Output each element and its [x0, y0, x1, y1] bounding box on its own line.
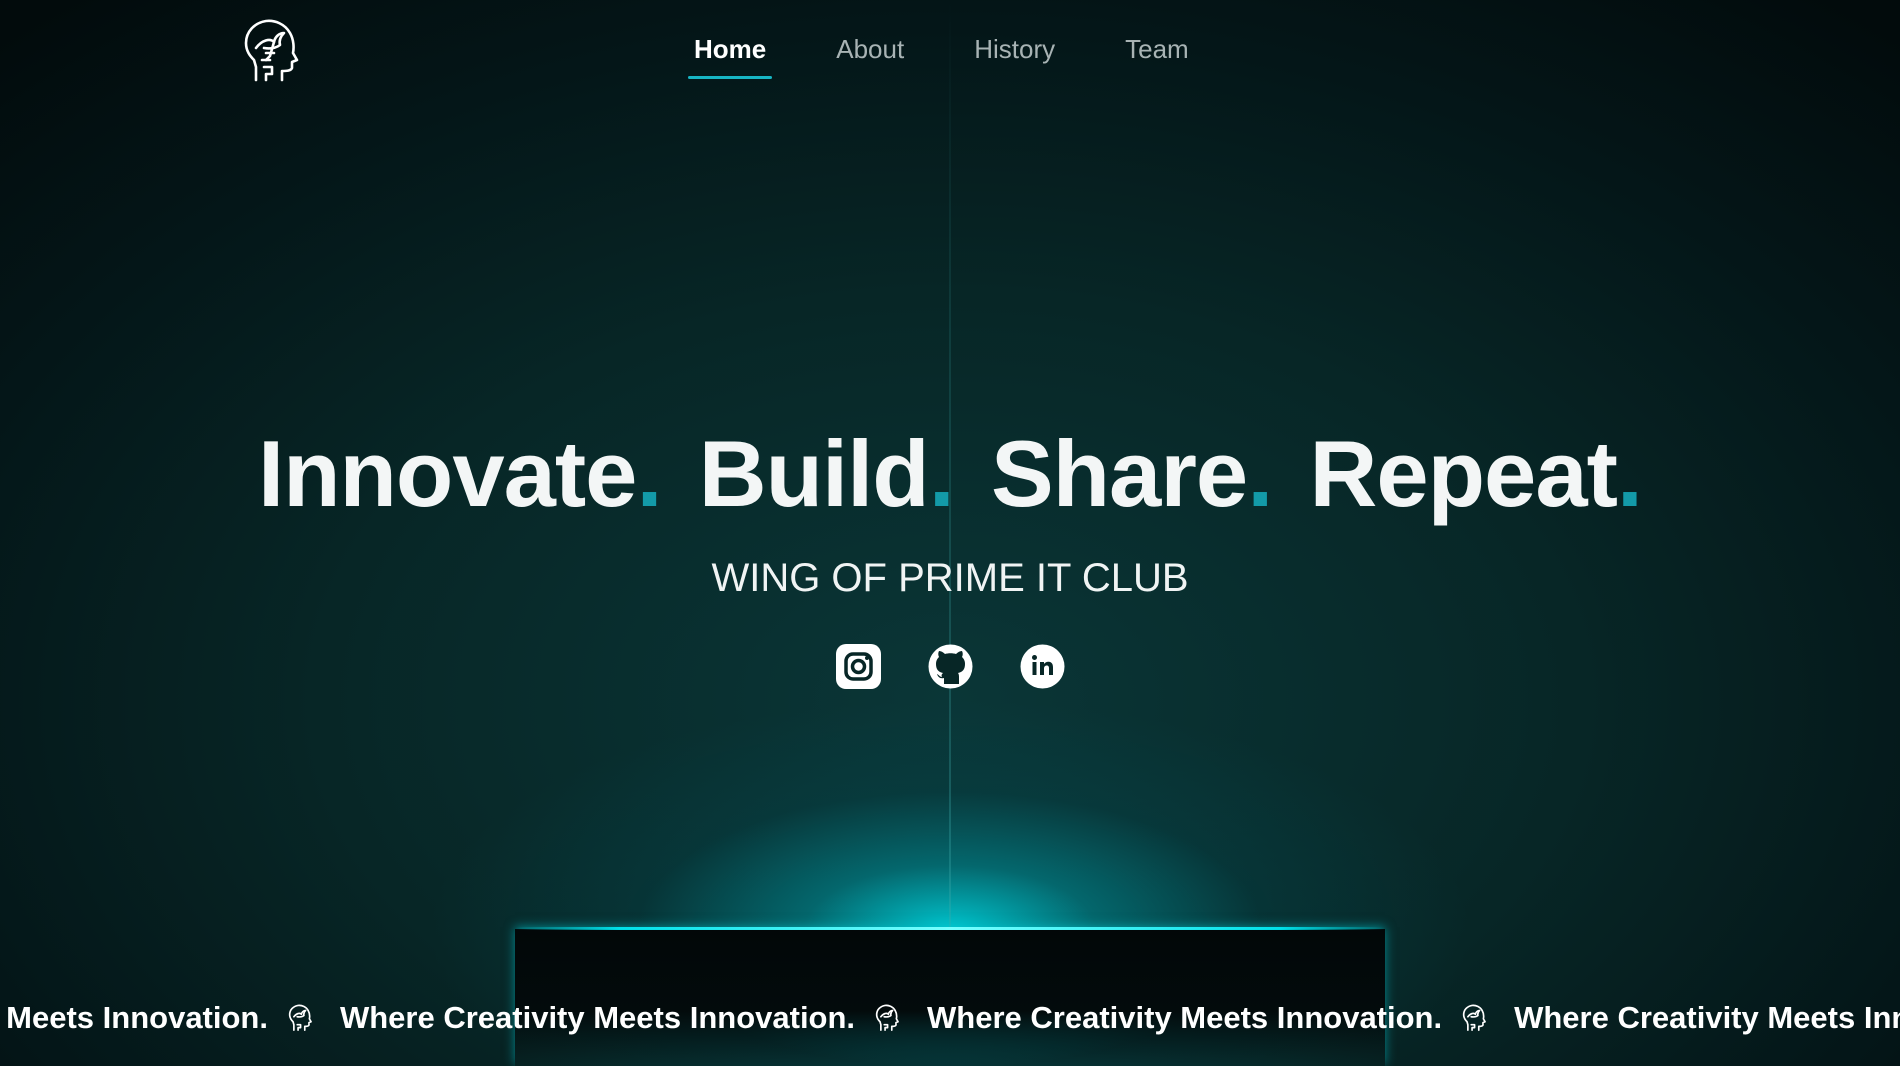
head-bird-logo-icon: [1462, 1004, 1488, 1032]
hero-subtitle: WING OF PRIME IT CLUB: [711, 556, 1189, 600]
social-links: [836, 644, 1065, 689]
marquee-banner: ty Meets Innovation. Where Creativity Me…: [0, 1000, 1900, 1060]
marquee-item: Where Creativity Meets Innovation.: [340, 1000, 927, 1036]
nav-home[interactable]: Home: [688, 30, 773, 79]
head-bird-logo-icon: [244, 19, 299, 82]
main-nav: Home About History Team: [688, 30, 1253, 79]
linkedin-icon: [1020, 644, 1065, 689]
hero-word-innovate: Innovate.: [257, 421, 663, 526]
marquee-text: ty Meets Innovation.: [0, 1000, 268, 1035]
hero-word-text: Repeat: [1309, 421, 1617, 526]
hero-dot: .: [1247, 421, 1273, 526]
head-bird-logo-icon: [288, 1004, 314, 1032]
github-icon: [928, 644, 973, 689]
nav-about[interactable]: About: [830, 30, 910, 75]
glow-platform-edge: [515, 927, 1385, 930]
marquee-text: Where Creativity Meets Innovation.: [927, 1000, 1443, 1035]
marquee-item: Where Creativity Meets Innovation.: [927, 1000, 1514, 1036]
marquee-track: ty Meets Innovation. Where Creativity Me…: [0, 1000, 1900, 1036]
site-header: Home About History Team: [0, 0, 1900, 100]
marquee-text: Where Creativity Meets Innovation.: [339, 1000, 856, 1035]
page: Home About History Team Innovate. Build.…: [0, 0, 1900, 1066]
hero-word-build: Build.: [698, 421, 955, 526]
hero-dot: .: [1616, 421, 1643, 526]
nav-team[interactable]: Team: [1119, 30, 1195, 75]
hero-word-text: Share: [990, 421, 1248, 526]
hero-title: Innovate. Build. Share. Repeat.: [0, 420, 1900, 528]
head-bird-logo-icon: [875, 1004, 901, 1032]
nav-history[interactable]: History: [968, 30, 1061, 75]
github-link[interactable]: [928, 644, 973, 689]
hero-word-text: Innovate: [257, 421, 638, 526]
instagram-link[interactable]: [836, 644, 881, 689]
hero-word-share: Share.: [990, 421, 1273, 526]
marquee-item: ty Meets Innovation.: [0, 1000, 340, 1036]
hero-word-repeat: Repeat.: [1309, 421, 1643, 526]
hero-dot: .: [636, 421, 662, 526]
marquee-item: Where Creativity Meets Innova: [1514, 1000, 1900, 1036]
hero-word-text: Build: [698, 421, 930, 526]
site-logo[interactable]: [242, 18, 304, 84]
marquee-text: Where Creativity Meets Innova: [1514, 1000, 1900, 1035]
instagram-icon: [836, 644, 881, 689]
hero-dot: .: [928, 421, 955, 526]
linkedin-link[interactable]: [1020, 644, 1065, 689]
